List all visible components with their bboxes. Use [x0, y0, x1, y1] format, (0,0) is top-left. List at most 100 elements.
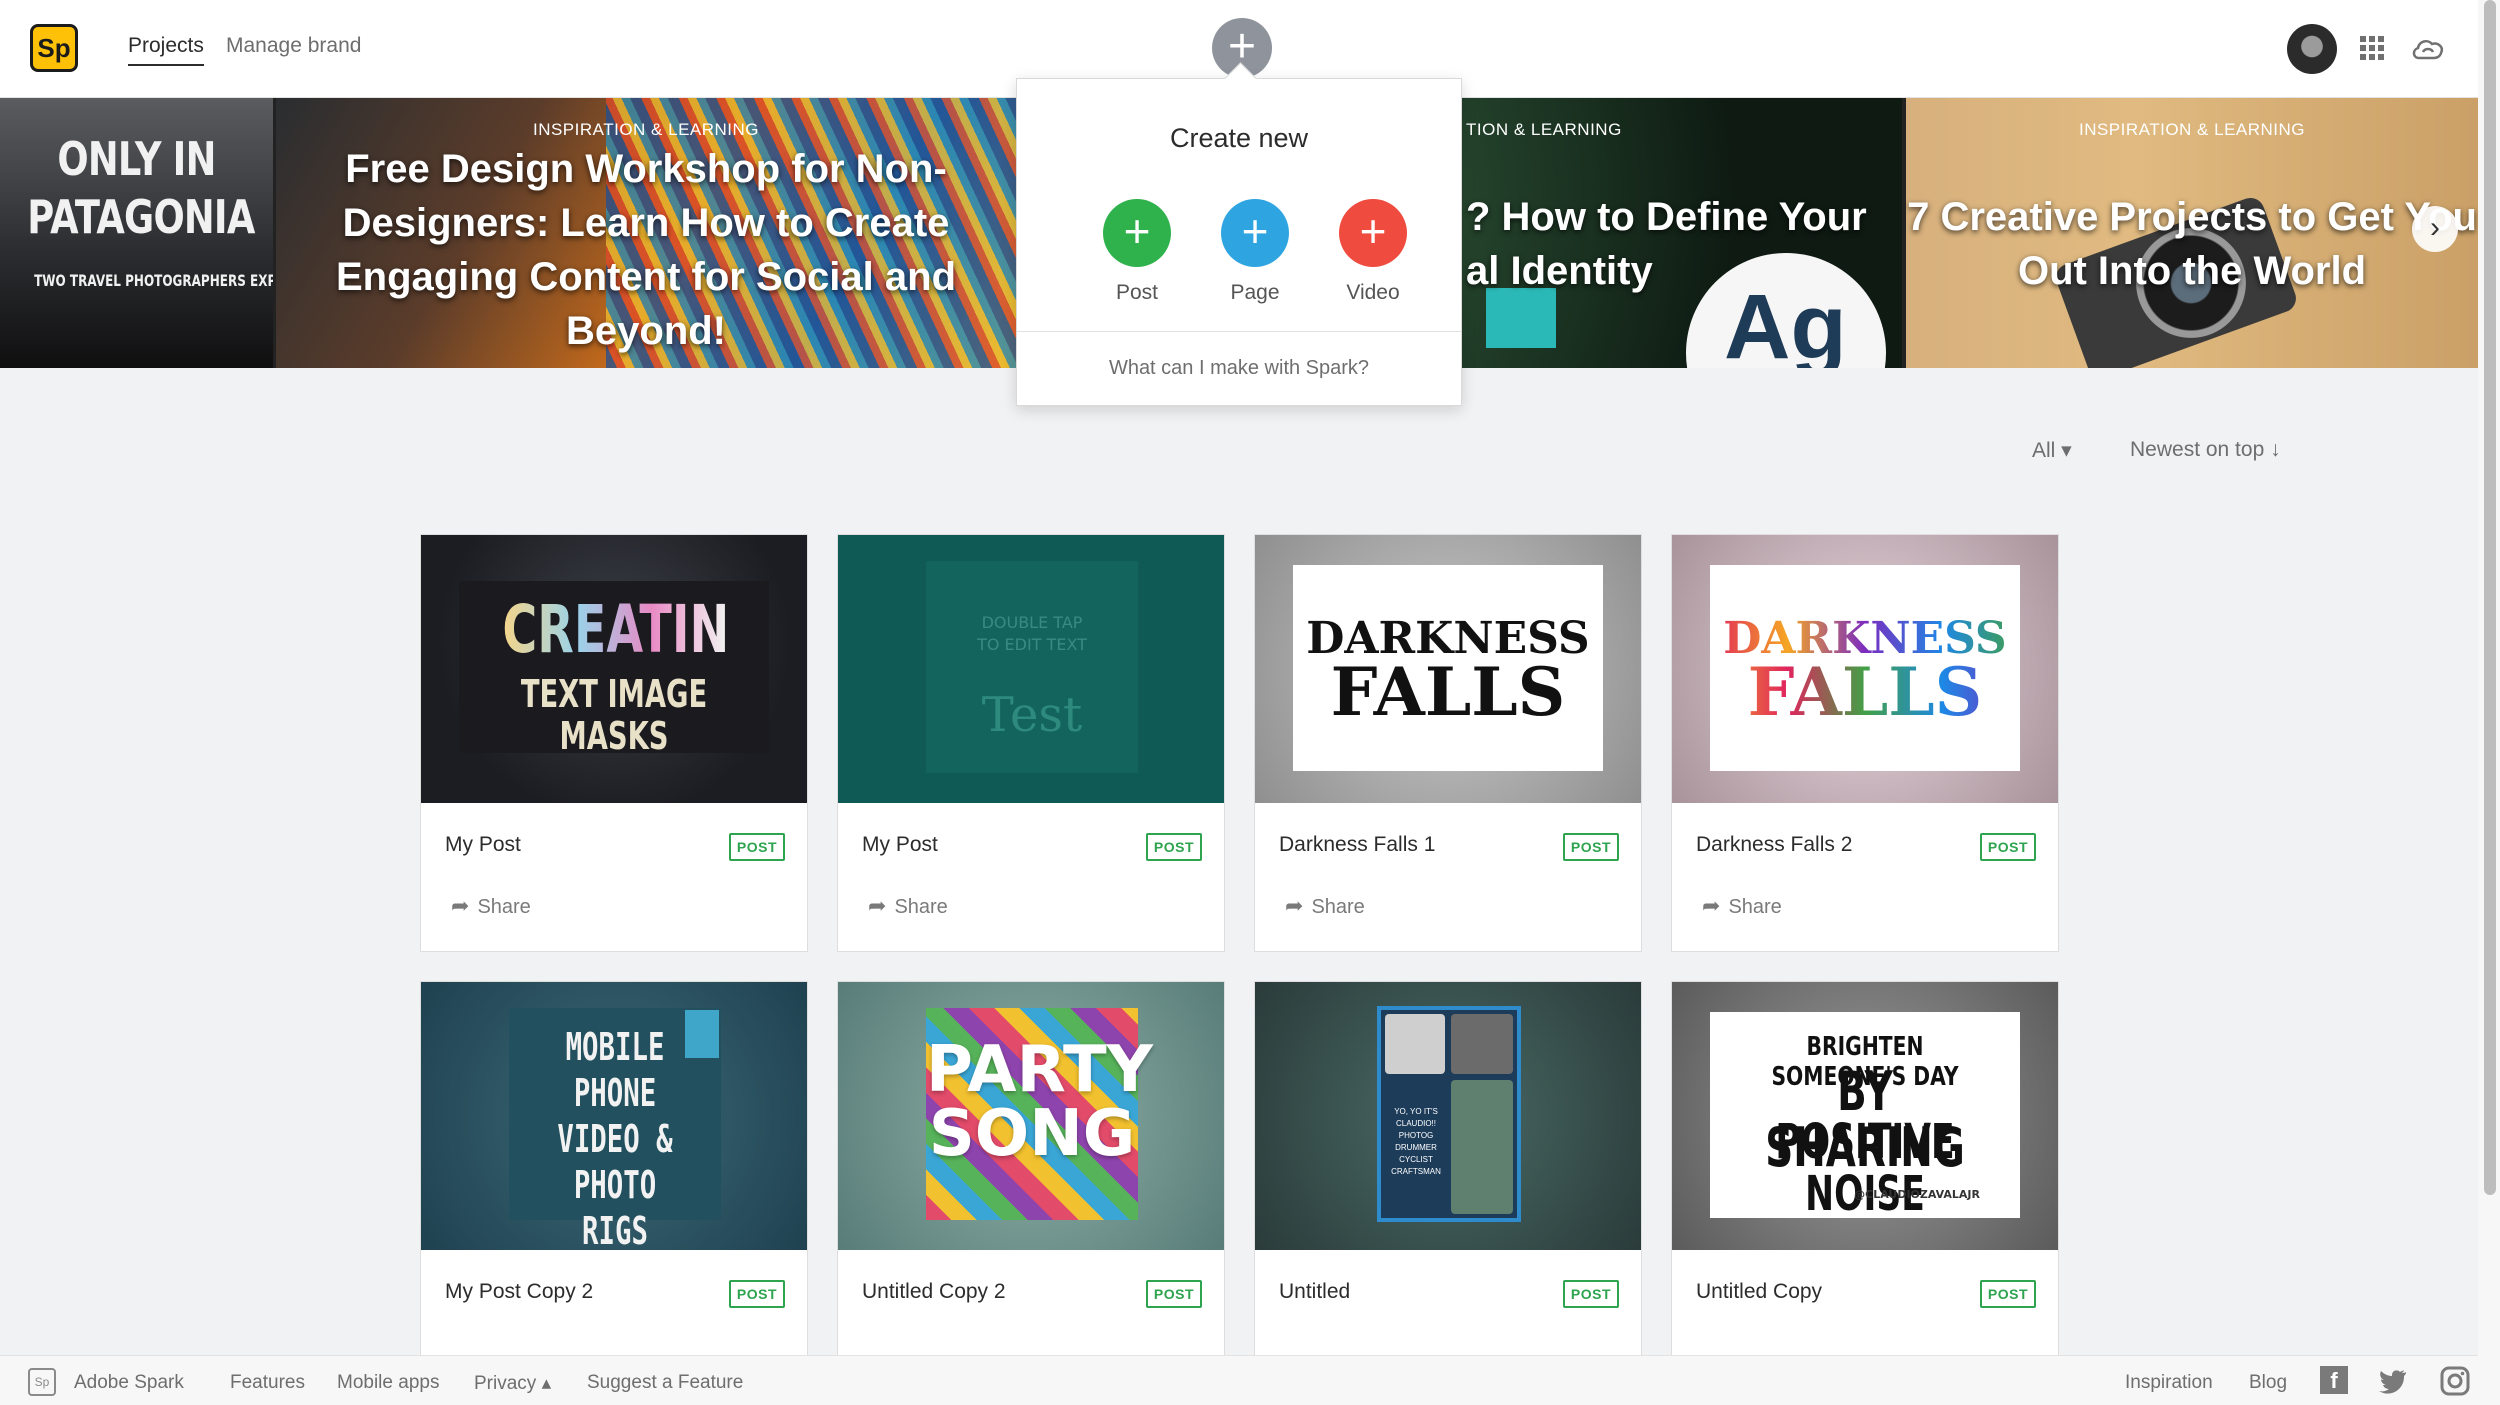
photo	[1385, 1014, 1445, 1074]
nav-manage-brand[interactable]: Manage brand	[226, 34, 361, 58]
poster-caption: YO, YO IT'S CLAUDIO!! PHOTOG DRUMMER CYC…	[1385, 1106, 1447, 1178]
share-button[interactable]: ➦ Share	[868, 893, 948, 919]
poster: PARTY SONG	[926, 1008, 1153, 1220]
chevron-right-icon: ›	[2430, 211, 2440, 244]
create-video-option[interactable]: + Video	[1323, 199, 1423, 305]
arrow-down-icon: ↓	[2264, 438, 2281, 461]
project-card[interactable]: CREATING TEXT IMAGE MASKS My Post POST ➦…	[420, 534, 808, 952]
plus-icon: +	[1103, 199, 1171, 267]
instagram-icon[interactable]	[2440, 1366, 2470, 1396]
create-post-option[interactable]: + Post	[1087, 199, 1187, 305]
project-thumbnail: DARKNESS FALLS	[1672, 535, 2058, 803]
project-thumbnail: BRIGHTEN SOMEONE'S DAY BY SHARING POSITI…	[1672, 982, 2058, 1250]
caption-line: YO, YO IT'S CLAUDIO!!	[1394, 1107, 1438, 1128]
tile-headline: ? How to Define Your al Identity	[1466, 195, 1867, 293]
share-label: Share	[1311, 896, 1365, 918]
project-card[interactable]: MOBILE PHONE VIDEO & PHOTO RIGS My Post …	[420, 981, 808, 1405]
project-card[interactable]: DARKNESS FALLS Darkness Falls 1 POST ➦ Sh…	[1254, 534, 1642, 952]
tile-tag: INSPIRATION & LEARNING	[532, 120, 760, 139]
poster-credit: @CLAUDIOZAVALAJR	[1854, 1188, 1980, 1201]
facebook-icon[interactable]: f	[2320, 1366, 2348, 1394]
create-page-option[interactable]: + Page	[1205, 199, 1305, 305]
spark-logo-small[interactable]: Sp	[28, 1368, 56, 1396]
photo	[1451, 1080, 1513, 1214]
project-thumbnail: CREATING TEXT IMAGE MASKS	[421, 535, 807, 803]
divider	[1017, 331, 1461, 332]
caption-line: CRAFTSMAN	[1391, 1167, 1441, 1176]
twitter-icon[interactable]	[2378, 1368, 2408, 1394]
project-thumbnail: YO, YO IT'S CLAUDIO!! PHOTOG DRUMMER CYC…	[1255, 982, 1641, 1250]
avatar[interactable]	[2287, 24, 2337, 74]
share-button[interactable]: ➦ Share	[451, 893, 531, 919]
popover-title: Create new	[1169, 123, 1309, 153]
option-label: Video	[1346, 281, 1400, 304]
option-label: Post	[1115, 281, 1159, 304]
footer-link-privacy[interactable]: Privacy ▴	[474, 1372, 551, 1395]
type-filter-dropdown[interactable]: All ▾	[2032, 438, 2072, 463]
project-card[interactable]: DOUBLE TAP TO EDIT TEXT Test My Post POS…	[837, 534, 1225, 952]
poster-text: VIDEO &	[557, 1117, 673, 1161]
project-card[interactable]: YO, YO IT'S CLAUDIO!! PHOTOG DRUMMER CYC…	[1254, 981, 1642, 1405]
footer-brand[interactable]: Adobe Spark	[74, 1372, 184, 1394]
type-badge: POST	[1145, 833, 1202, 861]
carousel-tile-workshop[interactable]: INSPIRATION & LEARNING Free Design Works…	[276, 98, 1016, 368]
footer-link-mobile-apps[interactable]: Mobile apps	[337, 1372, 439, 1394]
nav-projects[interactable]: Projects	[128, 34, 204, 66]
share-arrow-icon: ➦	[1702, 893, 1721, 918]
share-label: Share	[894, 896, 948, 918]
project-card[interactable]: BRIGHTEN SOMEONE'S DAY BY SHARING POSITI…	[1671, 981, 2059, 1405]
plus-icon: +	[1221, 199, 1289, 267]
share-button[interactable]: ➦ Share	[1285, 893, 1365, 919]
project-thumbnail: PARTY SONG	[838, 982, 1224, 1250]
footer-link-features[interactable]: Features	[230, 1372, 305, 1394]
share-label: Share	[477, 896, 531, 918]
poster-text: FALLS	[1710, 657, 2020, 727]
footer-link-suggest-feature[interactable]: Suggest a Feature	[587, 1372, 743, 1394]
footer-link-inspiration[interactable]: Inspiration	[2125, 1372, 2213, 1394]
project-title: Untitled	[1279, 1280, 1351, 1303]
photo	[1451, 1014, 1513, 1074]
poster-text: Test	[981, 687, 1083, 743]
tile-tag: INSPIRATION & LEARNING	[2078, 120, 2306, 139]
poster-text: TEXT IMAGE MASKS	[520, 672, 708, 758]
poster-text: FALLS	[1330, 653, 1566, 731]
share-arrow-icon: ➦	[868, 893, 887, 918]
project-thumbnail: DOUBLE TAP TO EDIT TEXT Test	[838, 535, 1224, 803]
spark-logo[interactable]: Sp	[30, 24, 78, 72]
poster: DOUBLE TAP TO EDIT TEXT Test	[926, 561, 1138, 773]
type-badge: POST	[728, 1280, 785, 1308]
filter-label: All	[2032, 439, 2056, 462]
sort-dropdown[interactable]: Newest on top ↓	[2130, 438, 2281, 462]
tile-headline: 7 Creative Projects to Get You Out Into …	[1907, 195, 2477, 293]
type-badge: POST	[1979, 833, 2036, 861]
creative-cloud-icon[interactable]	[2410, 36, 2446, 62]
footer-link-blog[interactable]: Blog	[2249, 1372, 2287, 1394]
caption-line: DRUMMER	[1395, 1143, 1437, 1152]
poster-text: POSITIVE NOISE	[1775, 1114, 1955, 1222]
project-title: Untitled Copy 2	[862, 1280, 1006, 1303]
carousel-tile-projects[interactable]: INSPIRATION & LEARNING 7 Creative Projec…	[1906, 98, 2478, 368]
chevron-up-icon: ▴	[536, 1373, 552, 1394]
project-card[interactable]: PARTY SONG Untitled Copy 2 POST	[837, 981, 1225, 1405]
poster-text: PHONE	[573, 1071, 657, 1115]
what-can-i-make-link[interactable]: What can I make with Spark?	[1017, 357, 1461, 380]
project-title: My Post	[862, 833, 938, 856]
project-thumbnail: MOBILE PHONE VIDEO & PHOTO RIGS	[421, 982, 807, 1250]
share-arrow-icon: ➦	[451, 893, 470, 918]
grid-icon[interactable]	[2360, 36, 2384, 60]
poster: MOBILE PHONE VIDEO & PHOTO RIGS	[509, 1008, 721, 1250]
chevron-down-icon: ▾	[2055, 439, 2072, 462]
poster-text: MOBILE	[565, 1025, 665, 1069]
tile-tag: TION & LEARNING	[1466, 120, 1622, 139]
share-button[interactable]: ➦ Share	[1702, 893, 1782, 919]
plus-icon: +	[1339, 199, 1407, 267]
carousel-tile-patagonia[interactable]: ONLY IN PATAGONIA TWO TRAVEL PHOTOGRAPHE…	[0, 98, 273, 368]
project-title: Untitled Copy	[1696, 1280, 1823, 1303]
scrollbar[interactable]	[2484, 0, 2496, 1195]
footer: Sp Adobe Spark Features Mobile apps Priv…	[0, 1355, 2478, 1405]
poster-text: DOUBLE TAP	[981, 613, 1083, 632]
project-title: My Post	[445, 833, 521, 856]
project-card[interactable]: DARKNESS FALLS Darkness Falls 2 POST ➦ Sh…	[1671, 534, 2059, 952]
tile-headline: Free Design Workshop for Non-Designers: …	[336, 147, 956, 353]
carousel-next-button[interactable]: ›	[2412, 206, 2458, 252]
